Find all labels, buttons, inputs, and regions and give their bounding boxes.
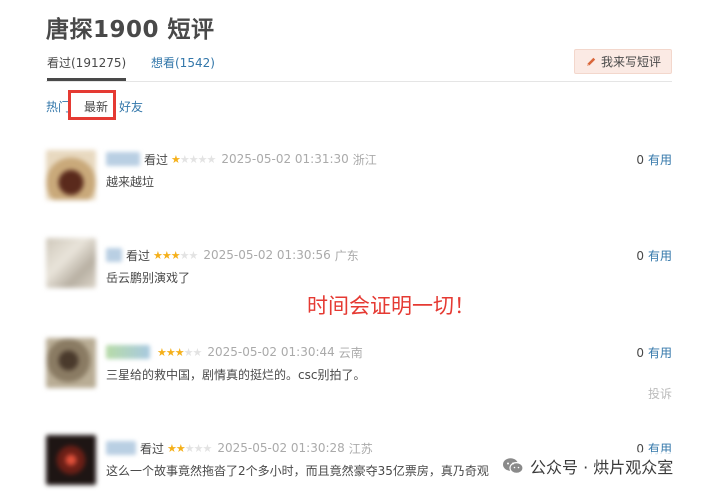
rating-stars: ★★★★★ <box>171 152 216 166</box>
write-review-label: 我来写短评 <box>600 55 661 69</box>
comment-time: 2025-05-02 01:30:56 <box>203 248 331 262</box>
comment-location: 云南 <box>338 345 363 360</box>
comment-location: 广东 <box>334 248 359 263</box>
comment-text: 越来越垃 <box>106 175 155 189</box>
username[interactable] <box>106 345 150 359</box>
username[interactable] <box>106 152 140 166</box>
page-title: 唐探1900 短评 <box>46 17 215 43</box>
username[interactable] <box>106 248 122 262</box>
watermark: 公众号 · 烘片观众室 <box>498 452 678 480</box>
useful-count: 0 <box>636 346 644 360</box>
rating-stars: ★★★★★ <box>167 441 212 455</box>
overlay-caption: 时间会证明一切！ <box>307 294 475 318</box>
rating-stars: ★★★★★ <box>157 345 202 359</box>
comment-time: 2025-05-02 01:30:44 <box>207 345 335 359</box>
comment-header: 看过 ★★★ ★★ 2025-05-02 01:30:56 广东 <box>106 246 359 264</box>
useful-count: 0 <box>636 249 644 263</box>
useful-vote: 0 有用 <box>636 344 672 361</box>
tab-watched[interactable]: 看过(191275) <box>47 54 127 81</box>
comment-header: ★★★ ★★ 2025-05-02 01:30:44 云南 <box>106 343 363 361</box>
useful-vote: 0 有用 <box>636 151 672 168</box>
pencil-icon <box>586 57 596 66</box>
watch-status: 看过 <box>140 441 165 456</box>
avatar[interactable] <box>46 238 96 288</box>
watch-status: 看过 <box>144 152 169 167</box>
wechat-icon <box>503 458 524 475</box>
useful-count: 0 <box>636 153 644 167</box>
useful-button[interactable]: 有用 <box>648 346 672 360</box>
watch-status: 看过 <box>126 248 151 263</box>
comment-time: 2025-05-02 01:31:30 <box>221 152 349 166</box>
highlight-annotation-box <box>68 90 116 120</box>
comment-text: 三星给的救中国，剧情真的挺烂的。csc别拍了。 <box>106 368 366 382</box>
comment-header: 看过 ★★ ★★★ 2025-05-02 01:30:28 江苏 <box>106 439 373 457</box>
sort-hot[interactable]: 热门 <box>46 98 70 115</box>
comment-time: 2025-05-02 01:30:28 <box>217 441 345 455</box>
username[interactable] <box>106 441 136 455</box>
watermark-text: 公众号 · 烘片观众室 <box>530 458 674 477</box>
comment-text: 岳云鹏别演戏了 <box>106 271 191 285</box>
useful-vote: 0 有用 <box>636 247 672 264</box>
write-review-button[interactable]: 我来写短评 <box>574 49 672 74</box>
useful-button[interactable]: 有用 <box>648 153 672 167</box>
sort-friends[interactable]: 好友 <box>119 98 143 115</box>
rating-stars: ★★★★★ <box>153 248 198 262</box>
comment-location: 浙江 <box>352 152 377 167</box>
comment-text: 这么一个故事竟然拖沓了2个多小时，而且竟然豪夺35亿票房，真乃奇观 <box>106 464 489 478</box>
avatar[interactable] <box>46 435 96 485</box>
avatar[interactable] <box>46 150 96 200</box>
comment-header: 看过 ★ ★★★★ 2025-05-02 01:31:30 浙江 <box>106 150 377 168</box>
avatar[interactable] <box>46 338 96 388</box>
tab-want-to-watch[interactable]: 想看(1542) <box>151 54 215 71</box>
useful-button[interactable]: 有用 <box>648 249 672 263</box>
report-link[interactable]: 投诉 <box>648 385 672 402</box>
comment-location: 江苏 <box>348 441 373 456</box>
